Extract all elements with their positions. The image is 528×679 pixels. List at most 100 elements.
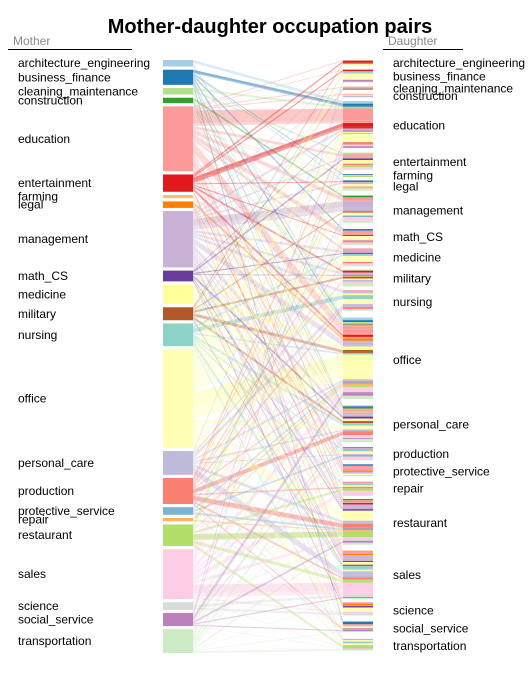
daughter-segment-entertainment[interactable] bbox=[343, 152, 373, 155]
daughter-segment-restaurant[interactable] bbox=[343, 515, 373, 517]
daughter-segment-entertainment[interactable] bbox=[343, 160, 373, 162]
mother-bar-construction[interactable] bbox=[163, 97, 193, 104]
daughter-segment-medicine[interactable] bbox=[343, 265, 373, 267]
daughter-segment-sales[interactable] bbox=[343, 566, 373, 569]
daughter-segment-sales[interactable] bbox=[343, 561, 373, 563]
daughter-segment-construction[interactable] bbox=[343, 94, 373, 96]
daughter-segment-sales[interactable] bbox=[343, 563, 373, 565]
daughter-segment-management[interactable] bbox=[343, 198, 373, 201]
daughter-segment-restaurant[interactable] bbox=[343, 498, 373, 501]
daughter-segment-nursing[interactable] bbox=[343, 291, 373, 293]
daughter-segment-nursing[interactable] bbox=[343, 300, 373, 302]
daughter-segment-architecture_engineering[interactable] bbox=[343, 62, 373, 64]
daughter-segment-legal[interactable] bbox=[343, 183, 373, 186]
daughter-segment-restaurant[interactable] bbox=[343, 518, 373, 521]
daughter-segment-math_CS[interactable] bbox=[343, 239, 373, 241]
daughter-segment-business_finance[interactable] bbox=[343, 79, 373, 81]
daughter-segment-office[interactable] bbox=[343, 322, 373, 324]
daughter-segment-military[interactable] bbox=[343, 283, 373, 285]
daughter-segment-entertainment[interactable] bbox=[343, 167, 373, 169]
daughter-segment-sales[interactable] bbox=[343, 580, 373, 583]
daughter-segment-protective_service[interactable] bbox=[343, 470, 373, 472]
daughter-segment-restaurant[interactable] bbox=[343, 528, 373, 531]
daughter-segment-sales[interactable] bbox=[343, 569, 373, 571]
daughter-segment-office[interactable] bbox=[343, 336, 373, 338]
mother-bar-transportation[interactable] bbox=[163, 629, 193, 653]
daughter-segment-office[interactable] bbox=[343, 326, 373, 329]
daughter-segment-restaurant[interactable] bbox=[343, 506, 373, 508]
mother-bar-business_finance[interactable] bbox=[163, 69, 193, 85]
daughter-segment-protective_service[interactable] bbox=[343, 474, 373, 477]
daughter-segment-personal_care[interactable] bbox=[343, 439, 373, 441]
daughter-segment-sales[interactable] bbox=[343, 579, 373, 581]
daughter-segment-personal_care[interactable] bbox=[343, 412, 373, 415]
daughter-segment-office[interactable] bbox=[343, 323, 373, 325]
daughter-segment-military[interactable] bbox=[343, 274, 373, 275]
daughter-segment-nursing[interactable] bbox=[343, 303, 373, 305]
daughter-segment-office[interactable] bbox=[343, 368, 373, 370]
mother-bar-production[interactable] bbox=[163, 478, 193, 505]
daughter-segment-business_finance[interactable] bbox=[343, 80, 373, 82]
daughter-segment-personal_care[interactable] bbox=[343, 416, 373, 419]
daughter-segment-education[interactable] bbox=[343, 108, 373, 121]
daughter-segment-legal[interactable] bbox=[343, 185, 373, 187]
daughter-segment-personal_care[interactable] bbox=[343, 408, 373, 410]
daughter-segment-sales[interactable] bbox=[343, 556, 373, 558]
mother-bar-cleaning_maintenance[interactable] bbox=[163, 88, 193, 95]
daughter-segment-business_finance[interactable] bbox=[343, 72, 373, 74]
daughter-segment-social_service[interactable] bbox=[343, 625, 373, 627]
daughter-segment-repair[interactable] bbox=[343, 488, 373, 491]
daughter-segment-management[interactable] bbox=[343, 201, 373, 208]
daughter-segment-office[interactable] bbox=[343, 334, 373, 337]
daughter-segment-transportation[interactable] bbox=[343, 643, 373, 646]
daughter-segment-education[interactable] bbox=[343, 123, 373, 127]
daughter-segment-sales[interactable] bbox=[343, 582, 373, 591]
daughter-segment-medicine[interactable] bbox=[343, 257, 373, 259]
daughter-segment-nursing[interactable] bbox=[343, 307, 373, 309]
daughter-segment-business_finance[interactable] bbox=[343, 69, 373, 72]
daughter-segment-social_service[interactable] bbox=[343, 627, 373, 629]
daughter-segment-entertainment[interactable] bbox=[343, 163, 373, 166]
daughter-segment-protective_service[interactable] bbox=[343, 471, 373, 473]
daughter-segment-sales[interactable] bbox=[343, 597, 373, 599]
daughter-segment-sales[interactable] bbox=[343, 571, 373, 573]
daughter-segment-science[interactable] bbox=[343, 614, 373, 616]
daughter-segment-entertainment[interactable] bbox=[343, 166, 373, 168]
daughter-segment-office[interactable] bbox=[343, 392, 373, 394]
daughter-segment-sales[interactable] bbox=[343, 559, 373, 562]
daughter-segment-office[interactable] bbox=[343, 322, 373, 323]
daughter-segment-education[interactable] bbox=[343, 120, 373, 123]
daughter-segment-office[interactable] bbox=[343, 337, 373, 339]
daughter-segment-sales[interactable] bbox=[343, 564, 373, 567]
daughter-segment-personal_care[interactable] bbox=[343, 407, 373, 409]
daughter-segment-management[interactable] bbox=[343, 209, 373, 212]
daughter-segment-sales[interactable] bbox=[343, 574, 373, 576]
daughter-segment-science[interactable] bbox=[343, 607, 373, 609]
daughter-segment-sales[interactable] bbox=[343, 568, 373, 570]
daughter-segment-science[interactable] bbox=[343, 602, 373, 605]
daughter-segment-science[interactable] bbox=[343, 608, 373, 611]
daughter-segment-personal_care[interactable] bbox=[343, 406, 373, 408]
mother-bar-restaurant[interactable] bbox=[163, 524, 193, 547]
daughter-segment-transportation[interactable] bbox=[343, 638, 373, 641]
daughter-segment-personal_care[interactable] bbox=[343, 440, 373, 443]
daughter-segment-restaurant[interactable] bbox=[343, 521, 373, 523]
daughter-segment-production[interactable] bbox=[343, 450, 373, 452]
daughter-segment-military[interactable] bbox=[343, 275, 373, 277]
daughter-segment-medicine[interactable] bbox=[343, 253, 373, 256]
daughter-segment-management[interactable] bbox=[343, 197, 373, 199]
daughter-segment-office[interactable] bbox=[343, 317, 373, 319]
daughter-segment-protective_service[interactable] bbox=[343, 465, 373, 468]
daughter-segment-nursing[interactable] bbox=[343, 299, 373, 301]
daughter-segment-education[interactable] bbox=[343, 129, 373, 131]
daughter-segment-management[interactable] bbox=[343, 215, 373, 218]
daughter-segment-management[interactable] bbox=[343, 222, 373, 223]
daughter-segment-education[interactable] bbox=[343, 138, 373, 140]
daughter-segment-restaurant[interactable] bbox=[343, 509, 373, 511]
daughter-segment-restaurant[interactable] bbox=[343, 504, 373, 507]
daughter-segment-science[interactable] bbox=[343, 611, 373, 614]
daughter-segment-business_finance[interactable] bbox=[343, 73, 373, 75]
daughter-segment-medicine[interactable] bbox=[343, 248, 373, 250]
mother-bar-architecture_engineering[interactable] bbox=[163, 60, 193, 67]
daughter-segment-medicine[interactable] bbox=[343, 260, 373, 262]
